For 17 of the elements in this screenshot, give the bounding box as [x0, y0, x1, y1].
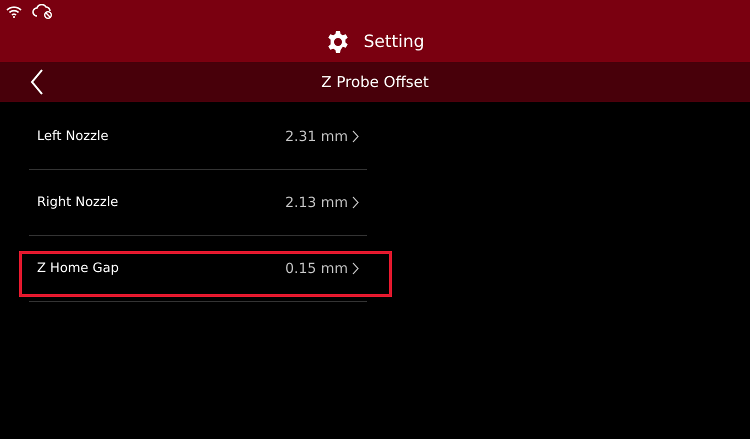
- setting-value: 0.15 mm: [285, 260, 348, 276]
- cloud-off-icon: [32, 4, 54, 18]
- setting-row[interactable]: Left Nozzle 2.31 mm: [29, 104, 367, 170]
- settings-icon: [326, 30, 350, 54]
- setting-label: Z Home Gap: [37, 261, 120, 276]
- chevron-right-icon: [352, 262, 359, 275]
- wifi-icon: [6, 4, 22, 18]
- header-title: Setting: [364, 32, 424, 52]
- setting-label: Right Nozzle: [37, 195, 120, 210]
- setting-label: Left Nozzle: [37, 129, 110, 144]
- setting-value: 2.31 mm: [285, 128, 348, 144]
- setting-row[interactable]: Z Home Gap 0.15 mm: [29, 236, 367, 302]
- page-title: Z Probe Offset: [321, 73, 429, 91]
- chevron-right-icon: [352, 196, 359, 209]
- setting-row[interactable]: Right Nozzle 2.13 mm: [29, 170, 367, 236]
- setting-value: 2.13 mm: [285, 194, 348, 210]
- chevron-right-icon: [352, 130, 359, 143]
